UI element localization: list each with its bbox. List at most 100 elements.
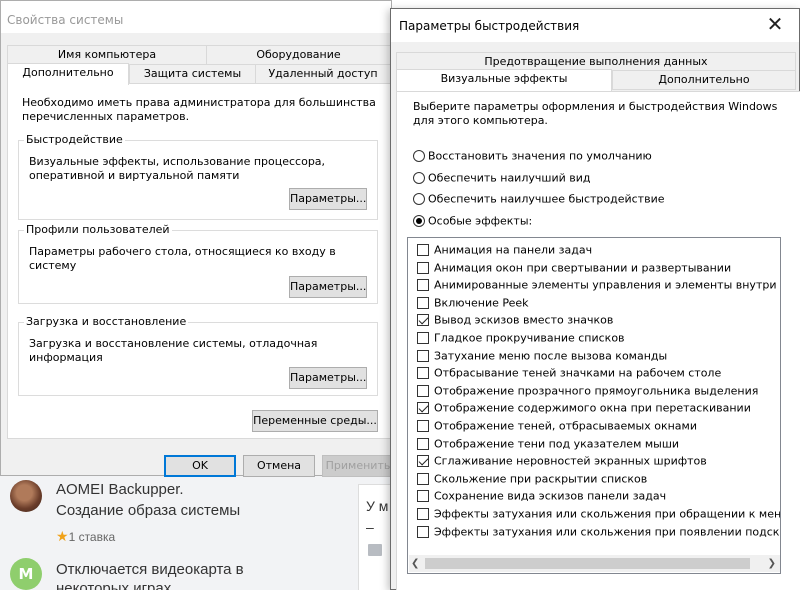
effect-checkbox[interactable] <box>417 508 429 520</box>
tab-system-protection[interactable]: Защита системы <box>129 64 256 84</box>
effect-checkbox[interactable] <box>417 279 429 292</box>
radio-label: Особые эффекты: <box>428 214 533 228</box>
image-icon[interactable] <box>368 544 382 556</box>
effect-item[interactable]: Отображение прозрачного прямоугольника в… <box>417 384 758 401</box>
user-profiles-settings-button[interactable]: Параметры... <box>289 276 367 298</box>
radio-circle[interactable] <box>413 150 425 162</box>
group-description: Визуальные эффекты, использование процес… <box>29 155 326 182</box>
group-title: Быстродействие <box>24 133 125 146</box>
window-title: Параметры быстродействия <box>399 19 580 33</box>
effect-checkbox[interactable] <box>417 437 429 450</box>
effect-checkbox[interactable] <box>417 244 429 256</box>
effect-label: Гладкое прокручивание списков <box>434 331 625 345</box>
effect-item[interactable]: Включение Peek <box>417 296 529 313</box>
effect-item[interactable]: Анимация на панели задач <box>417 243 592 260</box>
group-description: Загрузка и восстановление системы, отлад… <box>29 337 318 364</box>
system-properties-window: Свойства системы Имя компьютера Оборудов… <box>0 0 394 477</box>
tab-computer-name[interactable]: Имя компьютера <box>7 45 207 65</box>
effect-checkbox[interactable] <box>417 490 429 503</box>
title-bar[interactable]: Свойства системы <box>1 1 391 33</box>
ok-button[interactable]: OK <box>164 455 236 477</box>
effect-label: Сохранение вида эскизов панели задач <box>434 489 667 503</box>
effect-item[interactable]: Сглаживание неровностей экранных шрифтов <box>417 454 707 471</box>
tab-advanced[interactable]: Дополнительно <box>612 70 796 90</box>
effect-label: Отбрасывание теней значками на рабочем с… <box>434 366 722 380</box>
effect-checkbox[interactable] <box>417 367 429 380</box>
effect-checkbox[interactable] <box>417 455 429 468</box>
tab-hardware[interactable]: Оборудование <box>206 45 391 65</box>
effect-label: Анимация окон при свертывании и разверты… <box>434 261 732 275</box>
radio-label: Обеспечить наилучшее быстродействие <box>428 192 665 206</box>
performance-settings-button[interactable]: Параметры... <box>289 188 367 210</box>
effect-item[interactable]: Гладкое прокручивание списков <box>417 331 625 348</box>
radio-circle[interactable] <box>413 172 425 184</box>
effect-item[interactable]: Отображение теней, отбрасываемых окнами <box>417 419 697 436</box>
effect-item[interactable]: Анимация окон при свертывании и разверты… <box>417 261 731 278</box>
effect-item[interactable]: Анимированные элементы управления и элем… <box>417 278 780 295</box>
avatar[interactable]: M <box>10 558 42 590</box>
effect-label: Сглаживание неровностей экранных шрифтов <box>434 454 707 468</box>
apply-button[interactable]: Применить <box>322 455 394 477</box>
question-title[interactable]: AOMEI Backupper. <box>56 481 184 498</box>
effect-checkbox[interactable] <box>417 296 429 309</box>
startup-recovery-settings-button[interactable]: Параметры... <box>289 367 367 389</box>
effect-label: Анимация на панели задач <box>434 243 593 257</box>
tab-visual-effects[interactable]: Визуальные эффекты <box>396 69 612 91</box>
effect-checkbox[interactable] <box>417 402 429 415</box>
effect-label: Отображение прозрачного прямоугольника в… <box>434 384 759 398</box>
horizontal-scrollbar[interactable]: ❮ ❯ <box>409 555 780 572</box>
scroll-left-icon[interactable]: ❮ <box>411 555 419 572</box>
effect-checkbox[interactable] <box>417 332 429 344</box>
scroll-right-icon[interactable]: ❯ <box>768 555 776 572</box>
tab-advanced[interactable]: Дополнительно <box>7 63 129 85</box>
effect-checkbox[interactable] <box>417 261 429 274</box>
cancel-button[interactable]: Отмена <box>243 455 315 477</box>
question-title[interactable]: Создание образа системы <box>56 502 240 519</box>
effect-checkbox[interactable] <box>417 314 429 327</box>
effect-item[interactable]: Отображение содержимого окна при перетас… <box>417 401 751 418</box>
radio-label: Обеспечить наилучший вид <box>428 171 591 185</box>
effect-checkbox[interactable] <box>417 349 429 362</box>
question-title[interactable]: некоторых играх <box>56 580 171 590</box>
effect-item[interactable]: Отображение тени под указателем мыши <box>417 437 679 454</box>
effect-item[interactable]: Сохранение вида эскизов панели задач <box>417 489 666 506</box>
effect-label: Эффекты затухания или скольжения при поя… <box>434 525 781 539</box>
tab-panel-advanced: Необходимо иметь права администратора дл… <box>7 83 393 439</box>
group-title: Профили пользователей <box>24 223 172 236</box>
avatar[interactable] <box>10 480 42 512</box>
close-icon[interactable]: ✕ <box>761 12 789 36</box>
effect-item[interactable]: Скольжение при раскрытии списков <box>417 472 647 489</box>
effect-item[interactable]: Вывод эскизов вместо значков <box>417 313 613 330</box>
question-title[interactable]: Отключается видеокарта в <box>56 561 244 578</box>
radio-custom[interactable]: Особые эффекты: <box>413 214 532 228</box>
effect-label: Отображение теней, отбрасываемых окнами <box>434 419 697 433</box>
group-user-profiles: Профили пользователей Параметры рабочего… <box>18 223 378 304</box>
instruction-text: Выберите параметры оформления и быстроде… <box>413 100 778 127</box>
radio-restore-defaults[interactable]: Восстановить значения по умолчанию <box>413 149 652 163</box>
title-bar[interactable]: Параметры быстродействия ✕ <box>391 9 799 42</box>
radio-circle[interactable] <box>413 215 425 227</box>
effect-checkbox[interactable] <box>417 525 429 538</box>
effect-label: Скольжение при раскрытии списков <box>434 472 648 486</box>
scrollbar-thumb[interactable] <box>425 558 750 569</box>
radio-best-performance[interactable]: Обеспечить наилучшее быстродействие <box>413 192 664 206</box>
effect-label: Включение Peek <box>434 296 529 310</box>
window-title: Свойства системы <box>7 13 124 27</box>
effect-checkbox[interactable] <box>417 384 429 397</box>
environment-variables-button[interactable]: Переменные среды... <box>252 410 378 432</box>
tab-remote-access[interactable]: Удаленный доступ <box>255 64 391 84</box>
performance-options-window: Параметры быстродействия ✕ Предотвращени… <box>390 8 800 590</box>
rating-text: 1 ставка <box>68 530 116 544</box>
effect-checkbox[interactable] <box>417 472 429 485</box>
effect-item[interactable]: Затухание меню после вызова команды <box>417 349 667 366</box>
group-title: Загрузка и восстановление <box>24 315 189 328</box>
radio-circle[interactable] <box>413 193 425 205</box>
effect-checkbox[interactable] <box>417 420 429 432</box>
effects-list[interactable]: Анимация на панели задач Анимация окон пр… <box>407 237 781 574</box>
effect-item[interactable]: Эффекты затухания или скольжения при обр… <box>417 507 781 524</box>
side-panel-text: У м <box>366 498 389 514</box>
effect-item[interactable]: Отбрасывание теней значками на рабочем с… <box>417 366 721 383</box>
effect-item[interactable]: Эффекты затухания или скольжения при поя… <box>417 525 781 542</box>
effect-label: Эффекты затухания или скольжения при обр… <box>434 507 781 521</box>
radio-best-appearance[interactable]: Обеспечить наилучший вид <box>413 171 590 185</box>
